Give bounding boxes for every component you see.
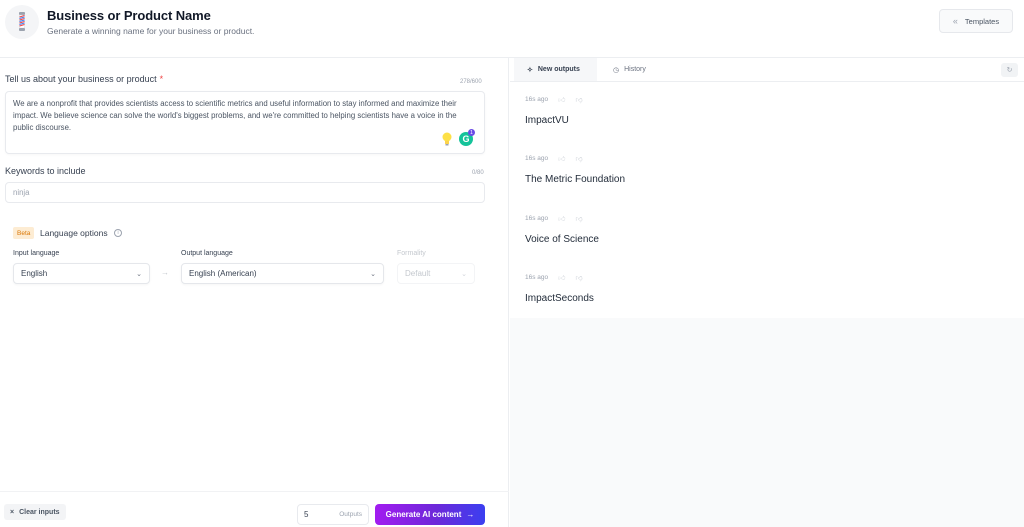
result-item: 16s ago 👍︎ 👎︎ Voice of Science bbox=[510, 201, 1024, 260]
barber-pole-icon bbox=[5, 5, 39, 39]
refresh-button[interactable]: ↻ bbox=[1001, 63, 1018, 77]
chevron-down-icon: ⌄ bbox=[136, 270, 142, 278]
output-panel: ✧ New outputs ◷ History ↻ 16s ago 👍︎ 👎︎ … bbox=[510, 58, 1024, 527]
clock-icon: ◷ bbox=[613, 66, 620, 74]
tab-label: New outputs bbox=[537, 66, 580, 73]
result-name[interactable]: Voice of Science bbox=[525, 234, 599, 245]
output-language-select[interactable]: English (American) ⌄ bbox=[181, 263, 384, 284]
outputs-count-input[interactable]: 5 Outputs bbox=[297, 504, 369, 525]
double-chevron-left-icon: « bbox=[952, 16, 958, 26]
keywords-label: Keywords to include bbox=[5, 166, 86, 176]
required-mark: * bbox=[159, 74, 164, 84]
page-title: Business or Product Name bbox=[47, 8, 211, 23]
generate-label: Generate AI content bbox=[385, 510, 462, 519]
input-panel: Tell us about your business or product * … bbox=[0, 58, 509, 527]
close-icon: × bbox=[10, 508, 15, 516]
app-root: Business or Product Name Generate a winn… bbox=[0, 0, 1024, 527]
page-subtitle: Generate a winning name for your busines… bbox=[47, 26, 255, 36]
thumbs-down-icon[interactable]: 👎︎ bbox=[575, 273, 582, 282]
result-meta: 16s ago 👍︎ 👎︎ bbox=[525, 95, 583, 104]
result-item: 16s ago 👍︎ 👎︎ ImpactVU bbox=[510, 82, 1024, 141]
chevron-down-icon: ⌄ bbox=[370, 270, 376, 278]
input-language-select[interactable]: English ⌄ bbox=[13, 263, 150, 284]
formality-select[interactable]: Default ⌄ bbox=[397, 263, 475, 284]
templates-button[interactable]: « Templates bbox=[939, 9, 1013, 33]
result-item: 16s ago 👍︎ 👎︎ The Metric Foundation bbox=[510, 141, 1024, 200]
thumbs-up-icon[interactable]: 👍︎ bbox=[558, 95, 565, 104]
beta-badge: Beta bbox=[13, 227, 35, 239]
keywords-counter: 0/80 bbox=[472, 170, 484, 176]
arrow-right-icon: → bbox=[466, 510, 475, 519]
thumbs-up-icon[interactable]: 👍︎ bbox=[558, 273, 565, 282]
result-meta: 16s ago 👍︎ 👎︎ bbox=[525, 214, 583, 223]
description-counter: 278/600 bbox=[460, 79, 482, 85]
result-name[interactable]: The Metric Foundation bbox=[525, 174, 625, 185]
formality-value: Default bbox=[405, 269, 431, 278]
sparkle-icon: ✧ bbox=[527, 66, 533, 74]
arrow-right-icon: → bbox=[161, 268, 169, 277]
tab-new-outputs[interactable]: ✧ New outputs bbox=[514, 58, 597, 81]
thumbs-down-icon[interactable]: 👎︎ bbox=[575, 95, 582, 104]
formality-label: Formality bbox=[397, 250, 426, 257]
thumbs-down-icon[interactable]: 👎︎ bbox=[575, 154, 582, 163]
result-name[interactable]: ImpactVU bbox=[525, 115, 569, 126]
outputs-count-value: 5 bbox=[304, 510, 309, 519]
clear-inputs-button[interactable]: × Clear inputs bbox=[4, 504, 66, 520]
result-meta: 16s ago 👍︎ 👎︎ bbox=[525, 154, 583, 163]
header: Business or Product Name Generate a winn… bbox=[0, 0, 1024, 58]
input-language-label: Input language bbox=[13, 250, 60, 257]
result-time: 16s ago bbox=[525, 155, 549, 162]
thumbs-down-icon[interactable]: 👎︎ bbox=[575, 214, 582, 223]
result-item: 16s ago 👍︎ 👎︎ ImpactSeconds bbox=[510, 260, 1024, 319]
thumbs-up-icon[interactable]: 👍︎ bbox=[558, 214, 565, 223]
form-footer: × Clear inputs 5 Outputs Generate AI con… bbox=[0, 491, 509, 527]
result-time: 16s ago bbox=[525, 215, 549, 222]
output-language-label: Output language bbox=[181, 250, 233, 257]
description-label-text: Tell us about your business or product bbox=[5, 74, 157, 84]
lightbulb-icon[interactable] bbox=[441, 132, 453, 146]
result-time: 16s ago bbox=[525, 274, 549, 281]
grammarly-count-badge: 1 bbox=[468, 129, 475, 136]
tab-history[interactable]: ◷ History bbox=[600, 58, 659, 81]
output-language-value: English (American) bbox=[189, 269, 257, 278]
thumbs-up-icon[interactable]: 👍︎ bbox=[558, 154, 565, 163]
templates-label: Templates bbox=[964, 16, 1000, 26]
chevron-down-icon: ⌄ bbox=[461, 270, 467, 278]
results-list: 16s ago 👍︎ 👎︎ ImpactVU 16s ago 👍︎ 👎︎ The… bbox=[510, 82, 1024, 318]
output-tabs: ✧ New outputs ◷ History ↻ bbox=[510, 58, 1024, 82]
refresh-icon: ↻ bbox=[1006, 67, 1013, 74]
keywords-input[interactable]: ninja bbox=[5, 182, 485, 203]
language-options-title: Language options bbox=[40, 228, 108, 238]
outputs-count-label: Outputs bbox=[339, 511, 362, 518]
clear-inputs-label: Clear inputs bbox=[19, 508, 60, 516]
info-icon[interactable]: i bbox=[114, 229, 122, 237]
tab-label: History bbox=[624, 66, 646, 73]
description-textarea[interactable]: We are a nonprofit that provides scienti… bbox=[5, 91, 485, 154]
input-language-value: English bbox=[21, 269, 48, 278]
result-time: 16s ago bbox=[525, 96, 549, 103]
result-meta: 16s ago 👍︎ 👎︎ bbox=[525, 273, 583, 282]
generate-button[interactable]: Generate AI content → bbox=[375, 504, 485, 525]
description-label: Tell us about your business or product * bbox=[5, 74, 163, 84]
result-name[interactable]: ImpactSeconds bbox=[525, 293, 594, 304]
